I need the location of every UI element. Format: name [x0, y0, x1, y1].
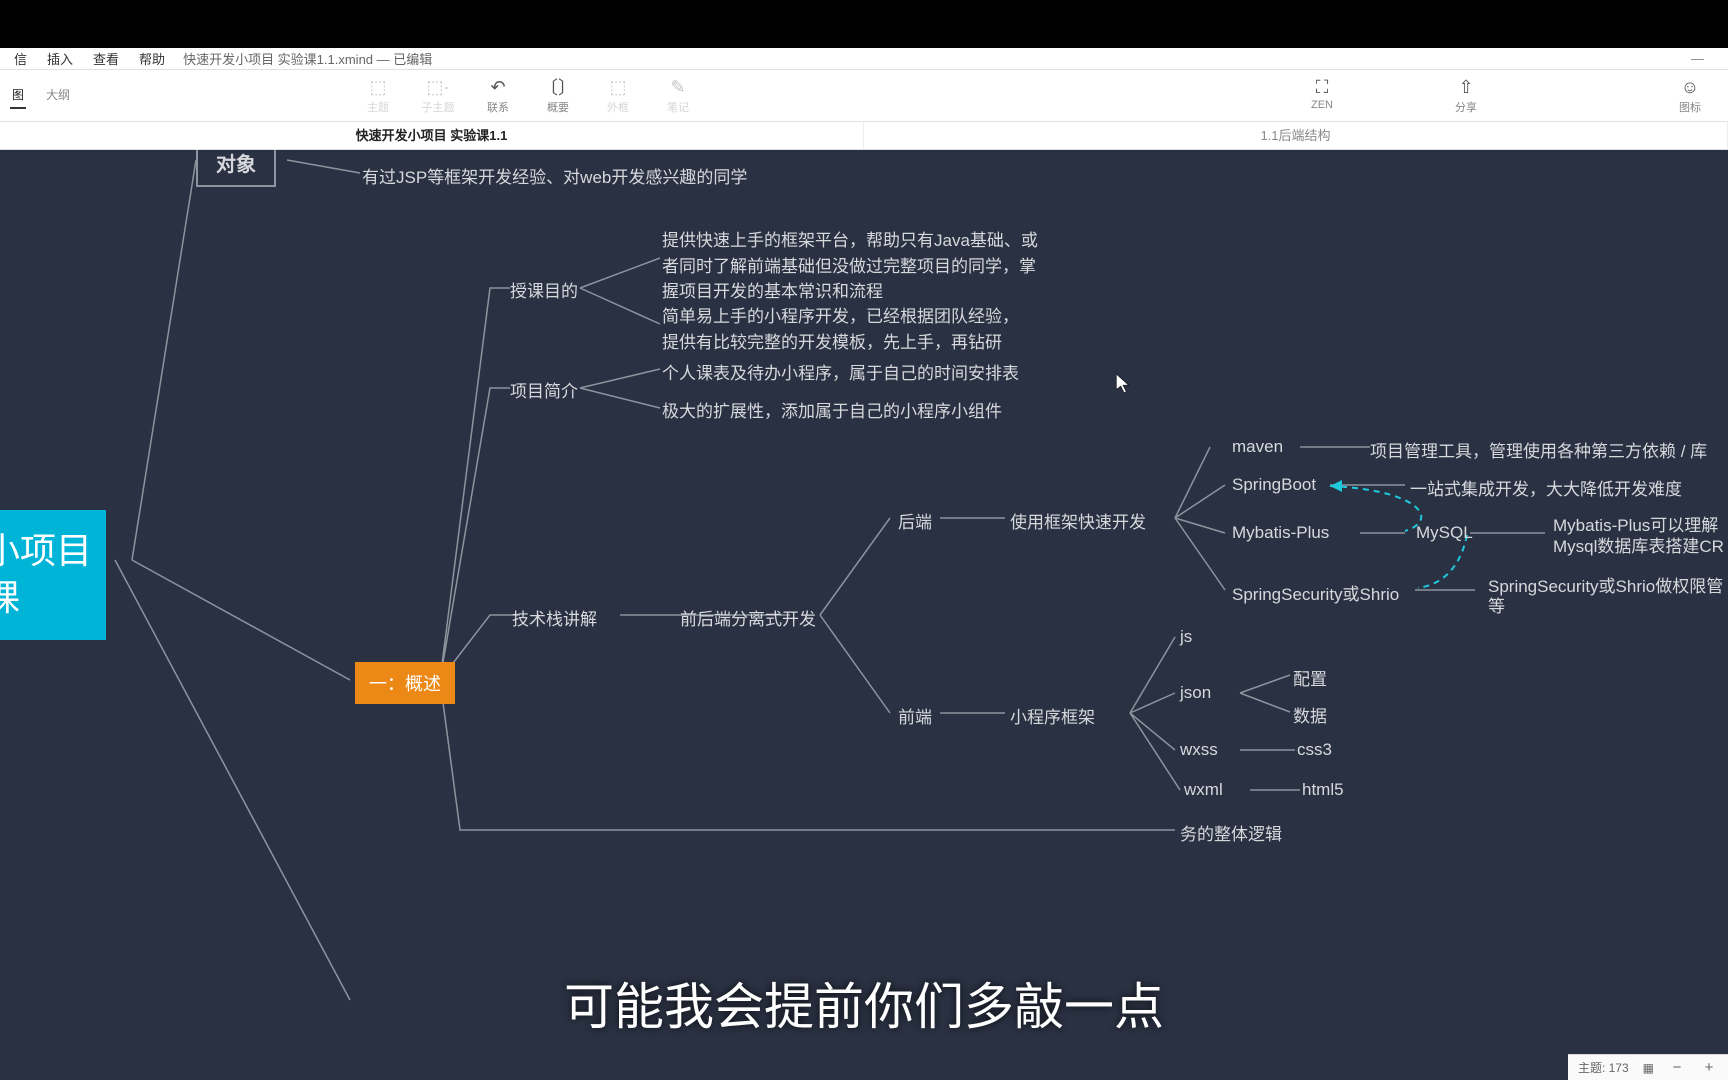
node-frontend[interactable]: 前端	[898, 703, 932, 728]
node-maven[interactable]: maven	[1232, 437, 1283, 457]
subtopic-button[interactable]: ⬚·子主题	[410, 76, 466, 115]
node-data[interactable]: 数据	[1293, 702, 1327, 727]
tab-backend[interactable]: 1.1后端结构	[864, 122, 1728, 149]
summary-icon: 〔〕	[546, 76, 570, 98]
node-config[interactable]: 配置	[1293, 665, 1327, 690]
node-intro-2[interactable]: 极大的扩展性，添加属于自己的小程序小组件	[662, 397, 1002, 422]
node-purpose-1[interactable]: 提供快速上手的框架平台，帮助只有Java基础、或者同时了解前端基础但没做过完整项…	[662, 228, 1042, 305]
node-intro[interactable]: 项目简介	[510, 377, 578, 402]
summary-button[interactable]: 〔〕概要	[530, 76, 586, 115]
node-backend[interactable]: 后端	[898, 508, 932, 533]
menubar: 信 插入 查看 帮助 快速开发小项目 实验课1.1.xmind — 已编辑 —	[0, 48, 1728, 70]
topic-icon: ⬚	[366, 76, 390, 98]
subtopic-icon: ⬚·	[426, 76, 450, 98]
video-subtitle: 可能我会提前你们多敲一点	[548, 961, 1180, 1045]
node-security[interactable]: SpringSecurity或Shrio	[1232, 580, 1399, 605]
cursor-icon	[1116, 374, 1130, 394]
node-js[interactable]: js	[1180, 627, 1192, 647]
topic-count-label: 主题: 173	[1578, 1059, 1629, 1076]
menu-insert[interactable]: 插入	[37, 47, 83, 70]
node-mybatis-desc2[interactable]: Mysql数据库表搭建CR	[1553, 532, 1724, 557]
root-line1: 小项目	[0, 528, 92, 575]
menu-info[interactable]: 信	[4, 47, 37, 70]
node-wxml[interactable]: wxml	[1184, 780, 1223, 800]
titlebar	[0, 0, 1728, 48]
node-security-desc1[interactable]: SpringSecurity或Shrio做权限管	[1488, 572, 1723, 597]
boundary-button[interactable]: ⬚外框	[590, 76, 646, 115]
share-button[interactable]: ⇧分享	[1438, 76, 1494, 115]
node-springboot-desc[interactable]: 一站式集成开发，大大降低开发难度	[1410, 475, 1682, 500]
note-button[interactable]: ✎笔记	[650, 76, 706, 115]
node-section-overview[interactable]: 一：概述	[355, 662, 455, 704]
node-tech[interactable]: 技术栈讲解	[512, 605, 597, 630]
node-fastdev[interactable]: 使用框架快速开发	[1010, 508, 1146, 533]
node-maven-desc[interactable]: 项目管理工具，管理使用各种第三方依赖 / 库	[1370, 437, 1707, 462]
emoji-button[interactable]: ☺图标	[1662, 76, 1718, 115]
view-map[interactable]: 图	[10, 82, 26, 109]
relation-button[interactable]: ↶联系	[470, 76, 526, 115]
sheet-tabs: 快速开发小项目 实验课1.1 1.1后端结构	[0, 122, 1728, 150]
mindmap-canvas[interactable]: 小项目 课 对象 有过JSP等框架开发经验、对web开发感兴趣的同学 授课目的 …	[0, 150, 1728, 1080]
filename-label: 快速开发小项目 实验课1.1.xmind — 已编辑	[183, 49, 432, 68]
menu-help[interactable]: 帮助	[129, 47, 175, 70]
relation-icon: ↶	[486, 76, 510, 98]
node-mysql[interactable]: MySQL	[1416, 523, 1473, 543]
node-purpose-2[interactable]: 简单易上手的小程序开发，已经根据团队经验，提供有比较完整的开发模板，先上手，再钻…	[662, 304, 1032, 355]
zoom-out-button[interactable]: −	[1668, 1059, 1686, 1076]
tab-main[interactable]: 快速开发小项目 实验课1.1	[0, 122, 864, 149]
view-outline[interactable]: 大纲	[44, 82, 72, 109]
zen-button[interactable]: ⛶ZEN	[1294, 76, 1350, 115]
toolbar: 图 大纲 ⬚主题 ⬚·子主题 ↶联系 〔〕概要 ⬚外框 ✎笔记 ⛶ZEN ⇧分享…	[0, 70, 1728, 122]
node-mybatis[interactable]: Mybatis-Plus	[1232, 523, 1329, 543]
statusbar: 主题: 173 ▦ − +	[1568, 1054, 1728, 1080]
node-logic[interactable]: 务的整体逻辑	[1180, 820, 1282, 845]
node-target-desc[interactable]: 有过JSP等框架开发经验、对web开发感兴趣的同学	[362, 163, 747, 188]
root-line2: 课	[0, 575, 92, 622]
node-separation[interactable]: 前后端分离式开发	[680, 605, 816, 630]
note-icon: ✎	[666, 76, 690, 98]
node-springboot[interactable]: SpringBoot	[1232, 475, 1316, 495]
boundary-icon: ⬚	[606, 76, 630, 98]
node-security-desc2[interactable]: 等	[1488, 592, 1505, 617]
root-node[interactable]: 小项目 课	[0, 510, 106, 640]
share-icon: ⇧	[1454, 76, 1478, 98]
node-target[interactable]: 对象	[196, 150, 276, 187]
zoom-in-button[interactable]: +	[1700, 1059, 1718, 1076]
node-json[interactable]: json	[1180, 683, 1211, 703]
node-intro-1[interactable]: 个人课表及待办小程序，属于自己的时间安排表	[662, 359, 1019, 384]
topic-button[interactable]: ⬚主题	[350, 76, 406, 115]
menu-view[interactable]: 查看	[83, 47, 129, 70]
minimize-button[interactable]: —	[1691, 51, 1724, 66]
zen-icon: ⛶	[1310, 76, 1334, 98]
minimap-icon[interactable]: ▦	[1643, 1061, 1654, 1075]
node-wxss[interactable]: wxss	[1180, 740, 1218, 760]
node-miniprogram[interactable]: 小程序框架	[1010, 703, 1095, 728]
node-css3[interactable]: css3	[1297, 740, 1332, 760]
node-html5[interactable]: html5	[1302, 780, 1344, 800]
emoji-icon: ☺	[1678, 76, 1702, 98]
node-purpose[interactable]: 授课目的	[510, 277, 578, 302]
